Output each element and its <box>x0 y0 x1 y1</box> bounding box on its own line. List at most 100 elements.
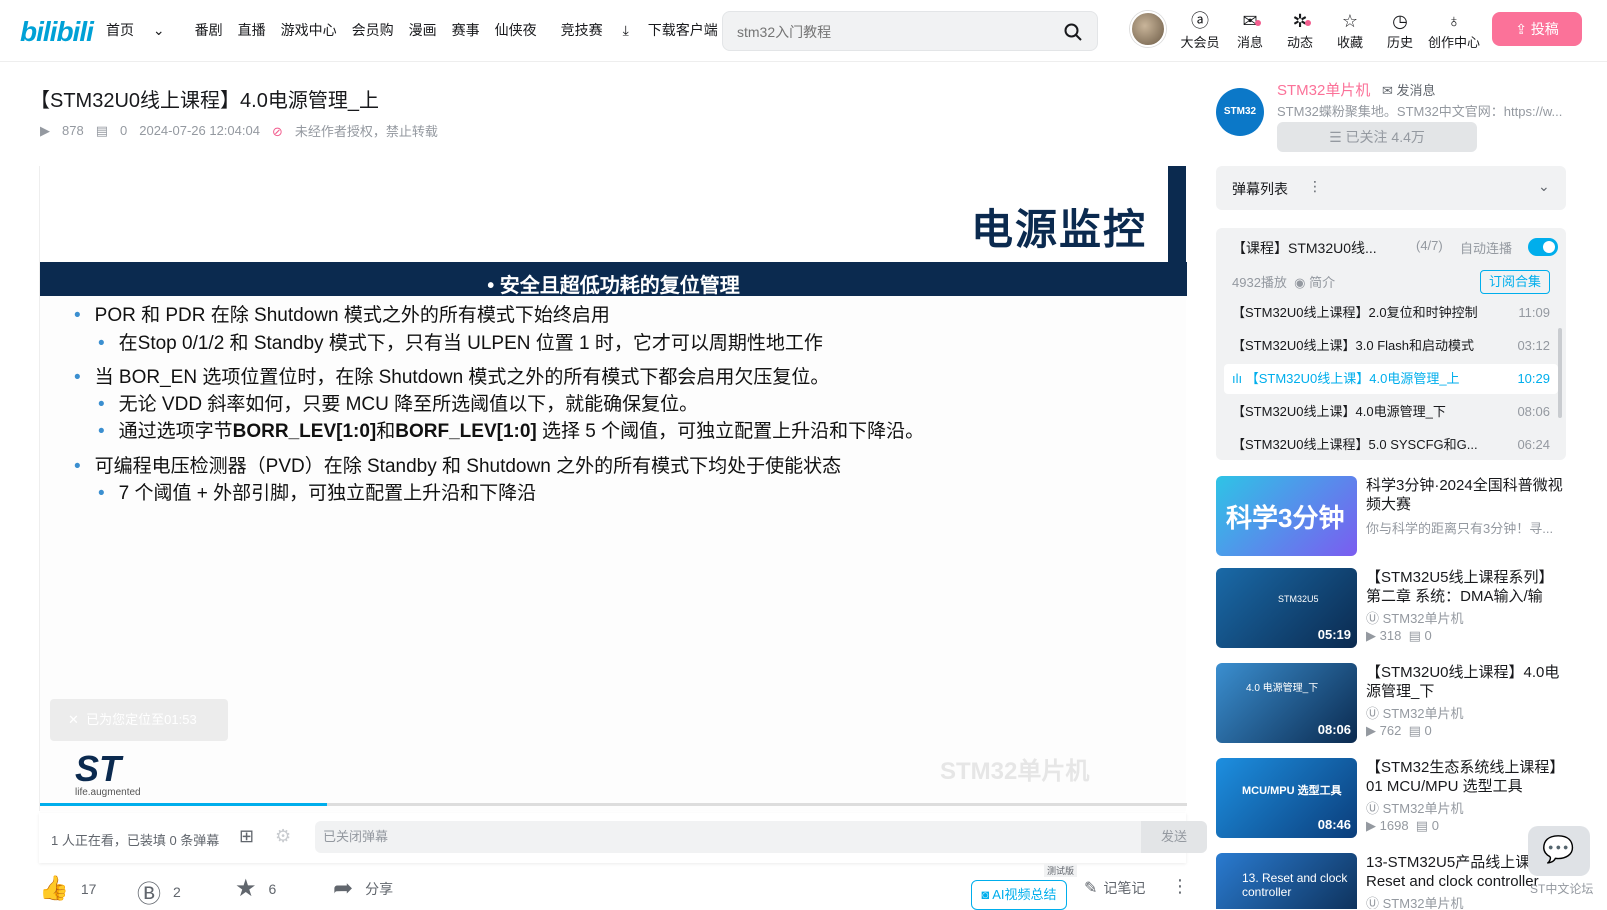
rec-stats: ▶ 318 ▤ 0 <box>1366 628 1432 643</box>
danmaku-icon: ▤ <box>95 122 108 138</box>
favorite-icon: ☆ <box>1341 11 1359 31</box>
header-dynamic[interactable]: ✲ 动态 <box>1277 10 1323 51</box>
rec-uploader[interactable]: Ⓤ STM32单片机 <box>1366 798 1464 817</box>
send-button[interactable]: 发送 <box>1141 821 1207 853</box>
slide-bar: • 安全且超低功耗的复位管理 <box>40 262 1187 297</box>
rec-uploader[interactable]: Ⓤ STM32单片机 <box>1366 893 1464 909</box>
intro-link[interactable]: 简介 <box>1309 275 1335 290</box>
rec-stats: ▶ 762 ▤ 0 <box>1366 723 1432 738</box>
views-icon: ▶ <box>1366 628 1376 643</box>
close-icon[interactable]: ✕ <box>68 712 79 727</box>
like-button[interactable]: 👍 17 <box>39 874 96 903</box>
creator-icon: ♁ <box>1447 11 1461 31</box>
recommended-video[interactable]: 13. Reset and clock controller 13-STM32U… <box>1216 853 1566 909</box>
danmaku-input[interactable]: 已关闭弹幕 <box>315 821 1141 853</box>
follow-button[interactable]: ☰ 已关注 4.4万 <box>1277 122 1477 152</box>
chevron-down-icon: ⌄ <box>152 22 165 38</box>
video-title: 【STM32U0线上课程】4.0电源管理_上 <box>30 90 379 112</box>
video-player[interactable]: 电源监控 • 安全且超低功耗的复位管理 • POR 和 PDR 在除 Shutdo… <box>39 166 1187 811</box>
slide-bullet: • 可编程电压检测器（PVD）在除 Standby 和 Shutdown 之外的所… <box>74 456 842 477</box>
recommended-video[interactable]: STM32U5 05:19 【STM32U5线上课程系列】第二章 系统：DMA输入… <box>1216 568 1566 650</box>
nav-esports[interactable]: 赛事 <box>452 20 480 40</box>
vip-icon: ⓐ <box>1191 11 1209 31</box>
favorite-button[interactable]: ★ 6 <box>235 874 276 903</box>
subscribe-collection-button[interactable]: 订阅合集 <box>1480 270 1550 294</box>
header-history[interactable]: ◷ 历史 <box>1377 10 1423 51</box>
resume-toast[interactable]: ✕ 已为您定位至01:53 <box>50 699 228 741</box>
nav-competition[interactable]: 竞技赛 <box>561 20 603 40</box>
playlist-item[interactable]: 【STM32U0线上课】3.0 Flash和启动模式 03:12 <box>1224 331 1558 361</box>
mail-icon: ✉ <box>1382 83 1393 98</box>
video-thumbnail[interactable]: STM32U5 05:19 <box>1216 568 1357 648</box>
playlist-scrollbar[interactable] <box>1558 328 1562 418</box>
header-message[interactable]: ✉ 消息 <box>1227 10 1273 51</box>
up-icon: Ⓤ <box>1366 706 1380 721</box>
slide-bar-text: • 安全且超低功耗的复位管理 <box>487 275 740 297</box>
nav-anime[interactable]: 番剧 <box>195 20 223 40</box>
nav-manga[interactable]: 漫画 <box>409 20 437 40</box>
views-icon: ▶ <box>1366 723 1376 738</box>
rec-stats: ▶ 1698 ▤ 0 <box>1366 818 1439 833</box>
nav-live[interactable]: 直播 <box>238 20 266 40</box>
send-message-link[interactable]: ✉ 发消息 <box>1382 80 1436 99</box>
nav-game-center[interactable]: 游戏中心 <box>281 20 337 40</box>
search-icon[interactable] <box>1063 22 1083 42</box>
rec-title[interactable]: 科学3分钟·2024全国科普微视频大赛 <box>1366 476 1566 514</box>
recommended-video[interactable]: 4.0 电源管理_下 08:06 【STM32U0线上课程】4.0电源管理_下 Ⓤ… <box>1216 663 1566 745</box>
video-thumbnail[interactable]: 科学3分钟 <box>1216 476 1357 556</box>
header-favorite[interactable]: ☆ 收藏 <box>1327 10 1373 51</box>
view-count: 878 <box>62 123 84 138</box>
rec-title[interactable]: 【STM32生态系统线上课程】01 MCU/MPU 选型工具 <box>1366 758 1566 796</box>
star-icon: ★ <box>235 875 257 902</box>
uploader-desc: STM32蝶粉聚集地。STM32中文官网：https://w... <box>1277 104 1563 119</box>
playing-icon: ılı <box>1232 371 1246 386</box>
more-icon[interactable]: ⋮ <box>1308 178 1322 195</box>
publish-date: 2024-07-26 12:04:04 <box>139 123 260 138</box>
notes-button[interactable]: ✎ 记笔记 <box>1084 878 1145 898</box>
playlist-item-active[interactable]: ılı 【STM32U0线上课】4.0电源管理_上 10:29 <box>1224 364 1558 394</box>
video-thumbnail[interactable]: MCU/MPU 选型工具 08:46 <box>1216 758 1357 838</box>
progress-fill <box>40 803 327 806</box>
user-avatar[interactable] <box>1130 11 1166 47</box>
uploader-avatar[interactable]: STM32 <box>1216 88 1264 136</box>
history-icon: ◷ <box>1392 11 1408 31</box>
forum-float-button[interactable]: 💬 <box>1528 826 1590 876</box>
ai-summary-button[interactable]: ◙ AI视频总结 <box>971 880 1067 910</box>
upload-button[interactable]: ⇪ 投稿 <box>1492 12 1582 46</box>
slide-subbullet: • 无论 VDD 斜率如何，只要 MCU 降至所选阈值以下，就能确保复位。 <box>98 394 699 415</box>
share-button[interactable]: ➦ 分享 <box>333 874 393 903</box>
forum-label: ST中文论坛 <box>1530 882 1594 896</box>
coin-button[interactable]: Ⓑ 2 <box>137 874 181 909</box>
views-icon: ▶ <box>40 122 50 138</box>
header-creator[interactable]: ♁ 创作中心 <box>1427 10 1481 51</box>
progress-bar[interactable] <box>40 803 1187 806</box>
slide-subbullet: • 通过选项字节BORR_LEV[1:0]和BORF_LEV[1:0] 选择 5 … <box>98 421 925 442</box>
rec-uploader[interactable]: Ⓤ STM32单片机 <box>1366 703 1464 722</box>
rec-uploader[interactable]: Ⓤ STM32单片机 <box>1366 608 1464 627</box>
playlist-panel: 【课程】STM32U0线... (4/7) 自动连播 4932播放 ◉ 简介 订… <box>1216 228 1566 460</box>
playlist-item[interactable]: 【STM32U0线上课】4.0电源管理_下 08:06 <box>1224 397 1558 427</box>
video-thumbnail[interactable]: 4.0 电源管理_下 08:06 <box>1216 663 1357 743</box>
danmaku-settings-icon[interactable]: ⚙ <box>275 826 291 847</box>
search-input[interactable] <box>737 21 1037 43</box>
duration: 08:46 <box>1317 817 1351 832</box>
recommended-video[interactable]: 科学3分钟 科学3分钟·2024全国科普微视频大赛 你与科学的距离只有3分钟！寻… <box>1216 476 1566 558</box>
copyright-notice: ⊘ 未经作者授权，禁止转载 <box>271 124 438 139</box>
rec-title[interactable]: 【STM32U5线上课程系列】第二章 系统：DMA输入/输出... <box>1366 568 1566 606</box>
nav-home[interactable]: 首页 ⌄ <box>106 20 180 40</box>
bilibili-logo[interactable]: bilibili <box>20 16 94 48</box>
uploader-name[interactable]: STM32单片机 <box>1277 79 1370 100</box>
danmaku-list-panel[interactable]: 弹幕列表 ⋮ ⌄ <box>1216 166 1566 210</box>
chevron-down-icon[interactable]: ⌄ <box>1538 178 1550 195</box>
nav-mall[interactable]: 会员购 <box>352 20 394 40</box>
nav-xianxia[interactable]: 仙侠夜 <box>495 20 537 40</box>
video-thumbnail[interactable]: 13. Reset and clock controller <box>1216 853 1357 909</box>
recommended-video[interactable]: MCU/MPU 选型工具 08:46 【STM32生态系统线上课程】01 MCU/… <box>1216 758 1566 840</box>
rec-title[interactable]: 【STM32U0线上课程】4.0电源管理_下 <box>1366 663 1566 701</box>
more-icon[interactable]: ⋮ <box>1171 876 1201 897</box>
autoplay-toggle[interactable] <box>1528 238 1558 256</box>
header-vip[interactable]: ⓐ 大会员 <box>1177 10 1223 51</box>
playlist-item[interactable]: 【STM32U0线上课程】5.0 SYSCFG和G... 06:24 <box>1224 430 1558 460</box>
playlist-item[interactable]: 【STM32U0线上课程】2.0复位和时钟控制 11:09 <box>1224 298 1558 328</box>
danmaku-toggle-icon[interactable]: ⊞ <box>239 826 254 847</box>
